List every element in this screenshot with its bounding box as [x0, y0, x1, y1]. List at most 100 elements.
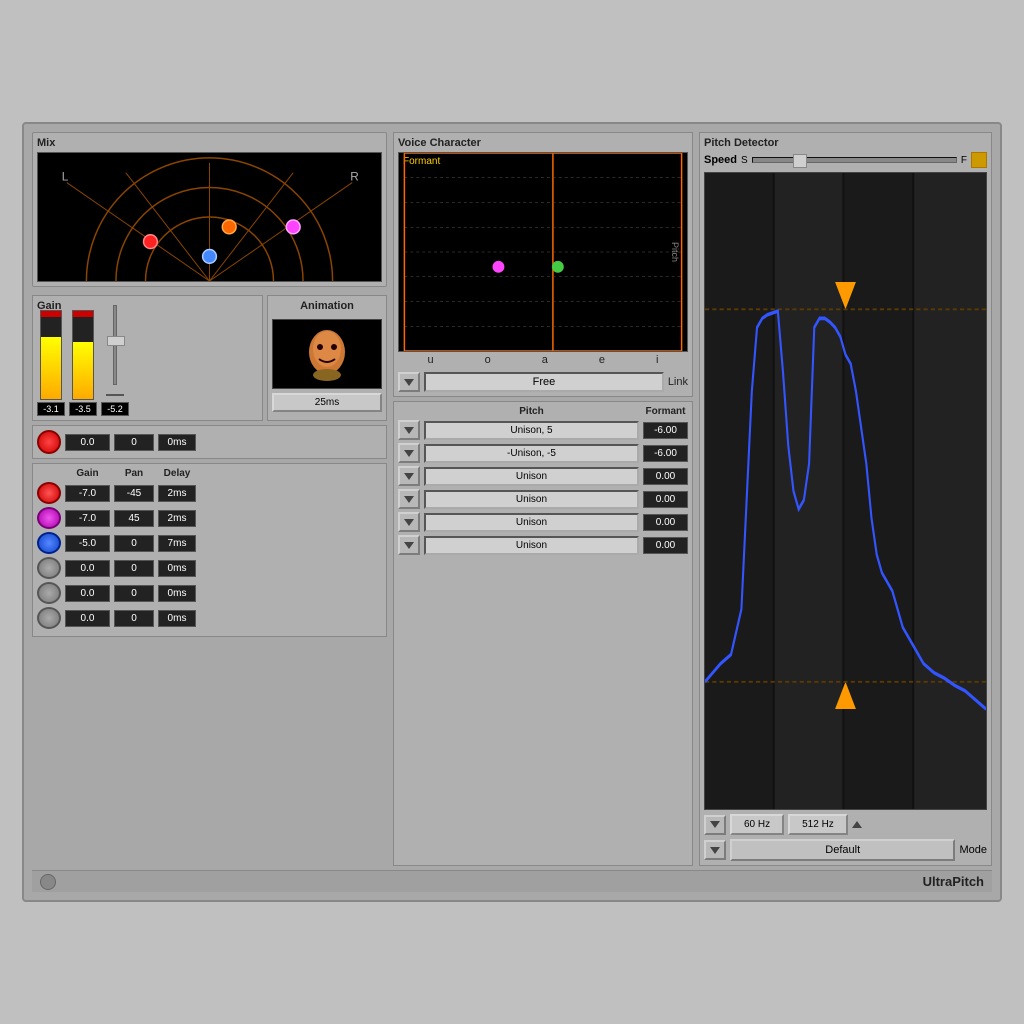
voice-5-delay[interactable]	[158, 585, 196, 602]
pf-dropdown-3[interactable]	[398, 466, 420, 486]
pf-formant-3[interactable]: 0.00	[643, 468, 688, 485]
voice-6-gain[interactable]	[65, 610, 110, 627]
voice-5-pan[interactable]	[114, 585, 154, 602]
voice-6-btn[interactable]	[37, 607, 61, 629]
vowel-u: u	[428, 354, 434, 366]
master-gain-input[interactable]	[65, 434, 110, 451]
pf-dropdown-4[interactable]	[398, 489, 420, 509]
mix-section: Mix	[32, 132, 387, 287]
voice-5-btn[interactable]	[37, 582, 61, 604]
middle-panel: Voice Character Formant Pitch	[393, 132, 693, 866]
pf-dropdown-6[interactable]	[398, 535, 420, 555]
col-header-delay: Delay	[158, 468, 196, 479]
gain-fader[interactable]	[113, 300, 117, 390]
meter-2-red	[73, 311, 93, 317]
pitch-detector-label: Pitch Detector	[704, 137, 987, 149]
pf-arrow-6-icon	[404, 542, 414, 549]
voice-2-btn[interactable]	[37, 507, 61, 529]
voice-6-delay[interactable]	[158, 610, 196, 627]
pf-row-6: Unison 0.00	[398, 535, 688, 555]
voice-3-btn[interactable]	[37, 532, 61, 554]
voice-1-btn[interactable]	[37, 482, 61, 504]
meter-1-value: -3.1	[37, 402, 65, 416]
hz2-btn[interactable]: 512 Hz	[788, 814, 848, 835]
voice-2-gain[interactable]	[65, 510, 110, 527]
voice-2-pan[interactable]	[114, 510, 154, 527]
voice-header: Gain Pan Delay	[37, 468, 382, 479]
voice-4-delay[interactable]	[158, 560, 196, 577]
voice-3-gain[interactable]	[65, 535, 110, 552]
vowel-o: o	[485, 354, 491, 366]
pf-pitch-6[interactable]: Unison	[424, 536, 639, 555]
master-on-off-btn[interactable]	[37, 430, 61, 454]
meter-1-fill	[41, 337, 61, 399]
pf-pitch-2[interactable]: -Unison, -5	[424, 444, 639, 463]
voice-6-pan[interactable]	[114, 610, 154, 627]
pf-formant-1[interactable]: -6.00	[643, 422, 688, 439]
speed-slider-thumb[interactable]	[793, 154, 807, 168]
pf-formant-6[interactable]: 0.00	[643, 537, 688, 554]
voice-1-delay[interactable]	[158, 485, 196, 502]
meter-1	[40, 310, 62, 400]
voice-row-3	[37, 532, 382, 554]
voice-1-pan[interactable]	[114, 485, 154, 502]
pitch-down-arrow-icon	[710, 821, 720, 828]
pf-arrow-1-icon	[404, 427, 414, 434]
mix-display: L R	[37, 152, 382, 282]
pf-row-2: -Unison, -5 -6.00	[398, 443, 688, 463]
col-header-pan: Pan	[114, 468, 154, 479]
gain-section: Gain -3.1	[32, 295, 263, 421]
voice-3-delay[interactable]	[158, 535, 196, 552]
pf-pitch-1[interactable]: Unison, 5	[424, 421, 639, 440]
dropdown-arrow-icon	[404, 379, 414, 386]
pf-formant-5[interactable]: 0.00	[643, 514, 688, 531]
bottom-dot-icon	[40, 874, 56, 890]
voice-row-4	[37, 557, 382, 579]
pf-row-4: Unison 0.00	[398, 489, 688, 509]
pf-row-1: Unison, 5 -6.00	[398, 420, 688, 440]
voice-2-delay[interactable]	[158, 510, 196, 527]
voice-4-gain[interactable]	[65, 560, 110, 577]
hz1-btn[interactable]: 60 Hz	[730, 814, 784, 835]
vowel-a: a	[542, 354, 548, 366]
voice-4-pan[interactable]	[114, 560, 154, 577]
main-container: Mix	[22, 122, 1002, 902]
pitch-up-arrow-icon[interactable]	[852, 821, 862, 828]
pf-pitch-3[interactable]: Unison	[424, 467, 639, 486]
mode-dropdown-arrow-icon	[710, 847, 720, 854]
fader-thumb[interactable]	[107, 336, 125, 346]
formant-dropdown-btn[interactable]	[398, 372, 420, 392]
left-panel: Mix	[32, 132, 387, 866]
pf-pitch-5[interactable]: Unison	[424, 513, 639, 532]
master-pan-input[interactable]	[114, 434, 154, 451]
voice-row-1	[37, 482, 382, 504]
pf-dropdown-5[interactable]	[398, 512, 420, 532]
pitch-down-btn[interactable]	[704, 815, 726, 835]
mode-label: Mode	[959, 844, 987, 856]
mode-dropdown-btn[interactable]	[704, 840, 726, 860]
pf-formant-2[interactable]: -6.00	[643, 445, 688, 462]
speed-f-label: F	[961, 155, 967, 166]
pf-arrow-2-icon	[404, 450, 414, 457]
voice-4-btn[interactable]	[37, 557, 61, 579]
voice-char-section: Voice Character Formant Pitch	[393, 132, 693, 397]
mode-btn[interactable]: Default	[730, 839, 955, 861]
master-row	[32, 425, 387, 459]
pf-pitch-4[interactable]: Unison	[424, 490, 639, 509]
pitch-detector-section: Pitch Detector Speed S F	[699, 132, 992, 866]
speed-s-label: S	[741, 155, 748, 166]
voice-3-pan[interactable]	[114, 535, 154, 552]
voice-1-gain[interactable]	[65, 485, 110, 502]
animation-button[interactable]: 25ms	[272, 393, 382, 412]
pf-dropdown-2[interactable]	[398, 443, 420, 463]
master-delay-input[interactable]	[158, 434, 196, 451]
pf-dropdown-1[interactable]	[398, 420, 420, 440]
pf-formant-4[interactable]: 0.00	[643, 491, 688, 508]
fader-track	[113, 305, 117, 385]
speed-indicator	[971, 152, 987, 168]
pitch-col-header: Pitch	[424, 406, 639, 417]
voice-5-gain[interactable]	[65, 585, 110, 602]
speed-slider[interactable]	[752, 157, 957, 163]
free-input[interactable]: Free	[424, 372, 664, 392]
formant-display: Formant Pitch	[398, 152, 688, 352]
